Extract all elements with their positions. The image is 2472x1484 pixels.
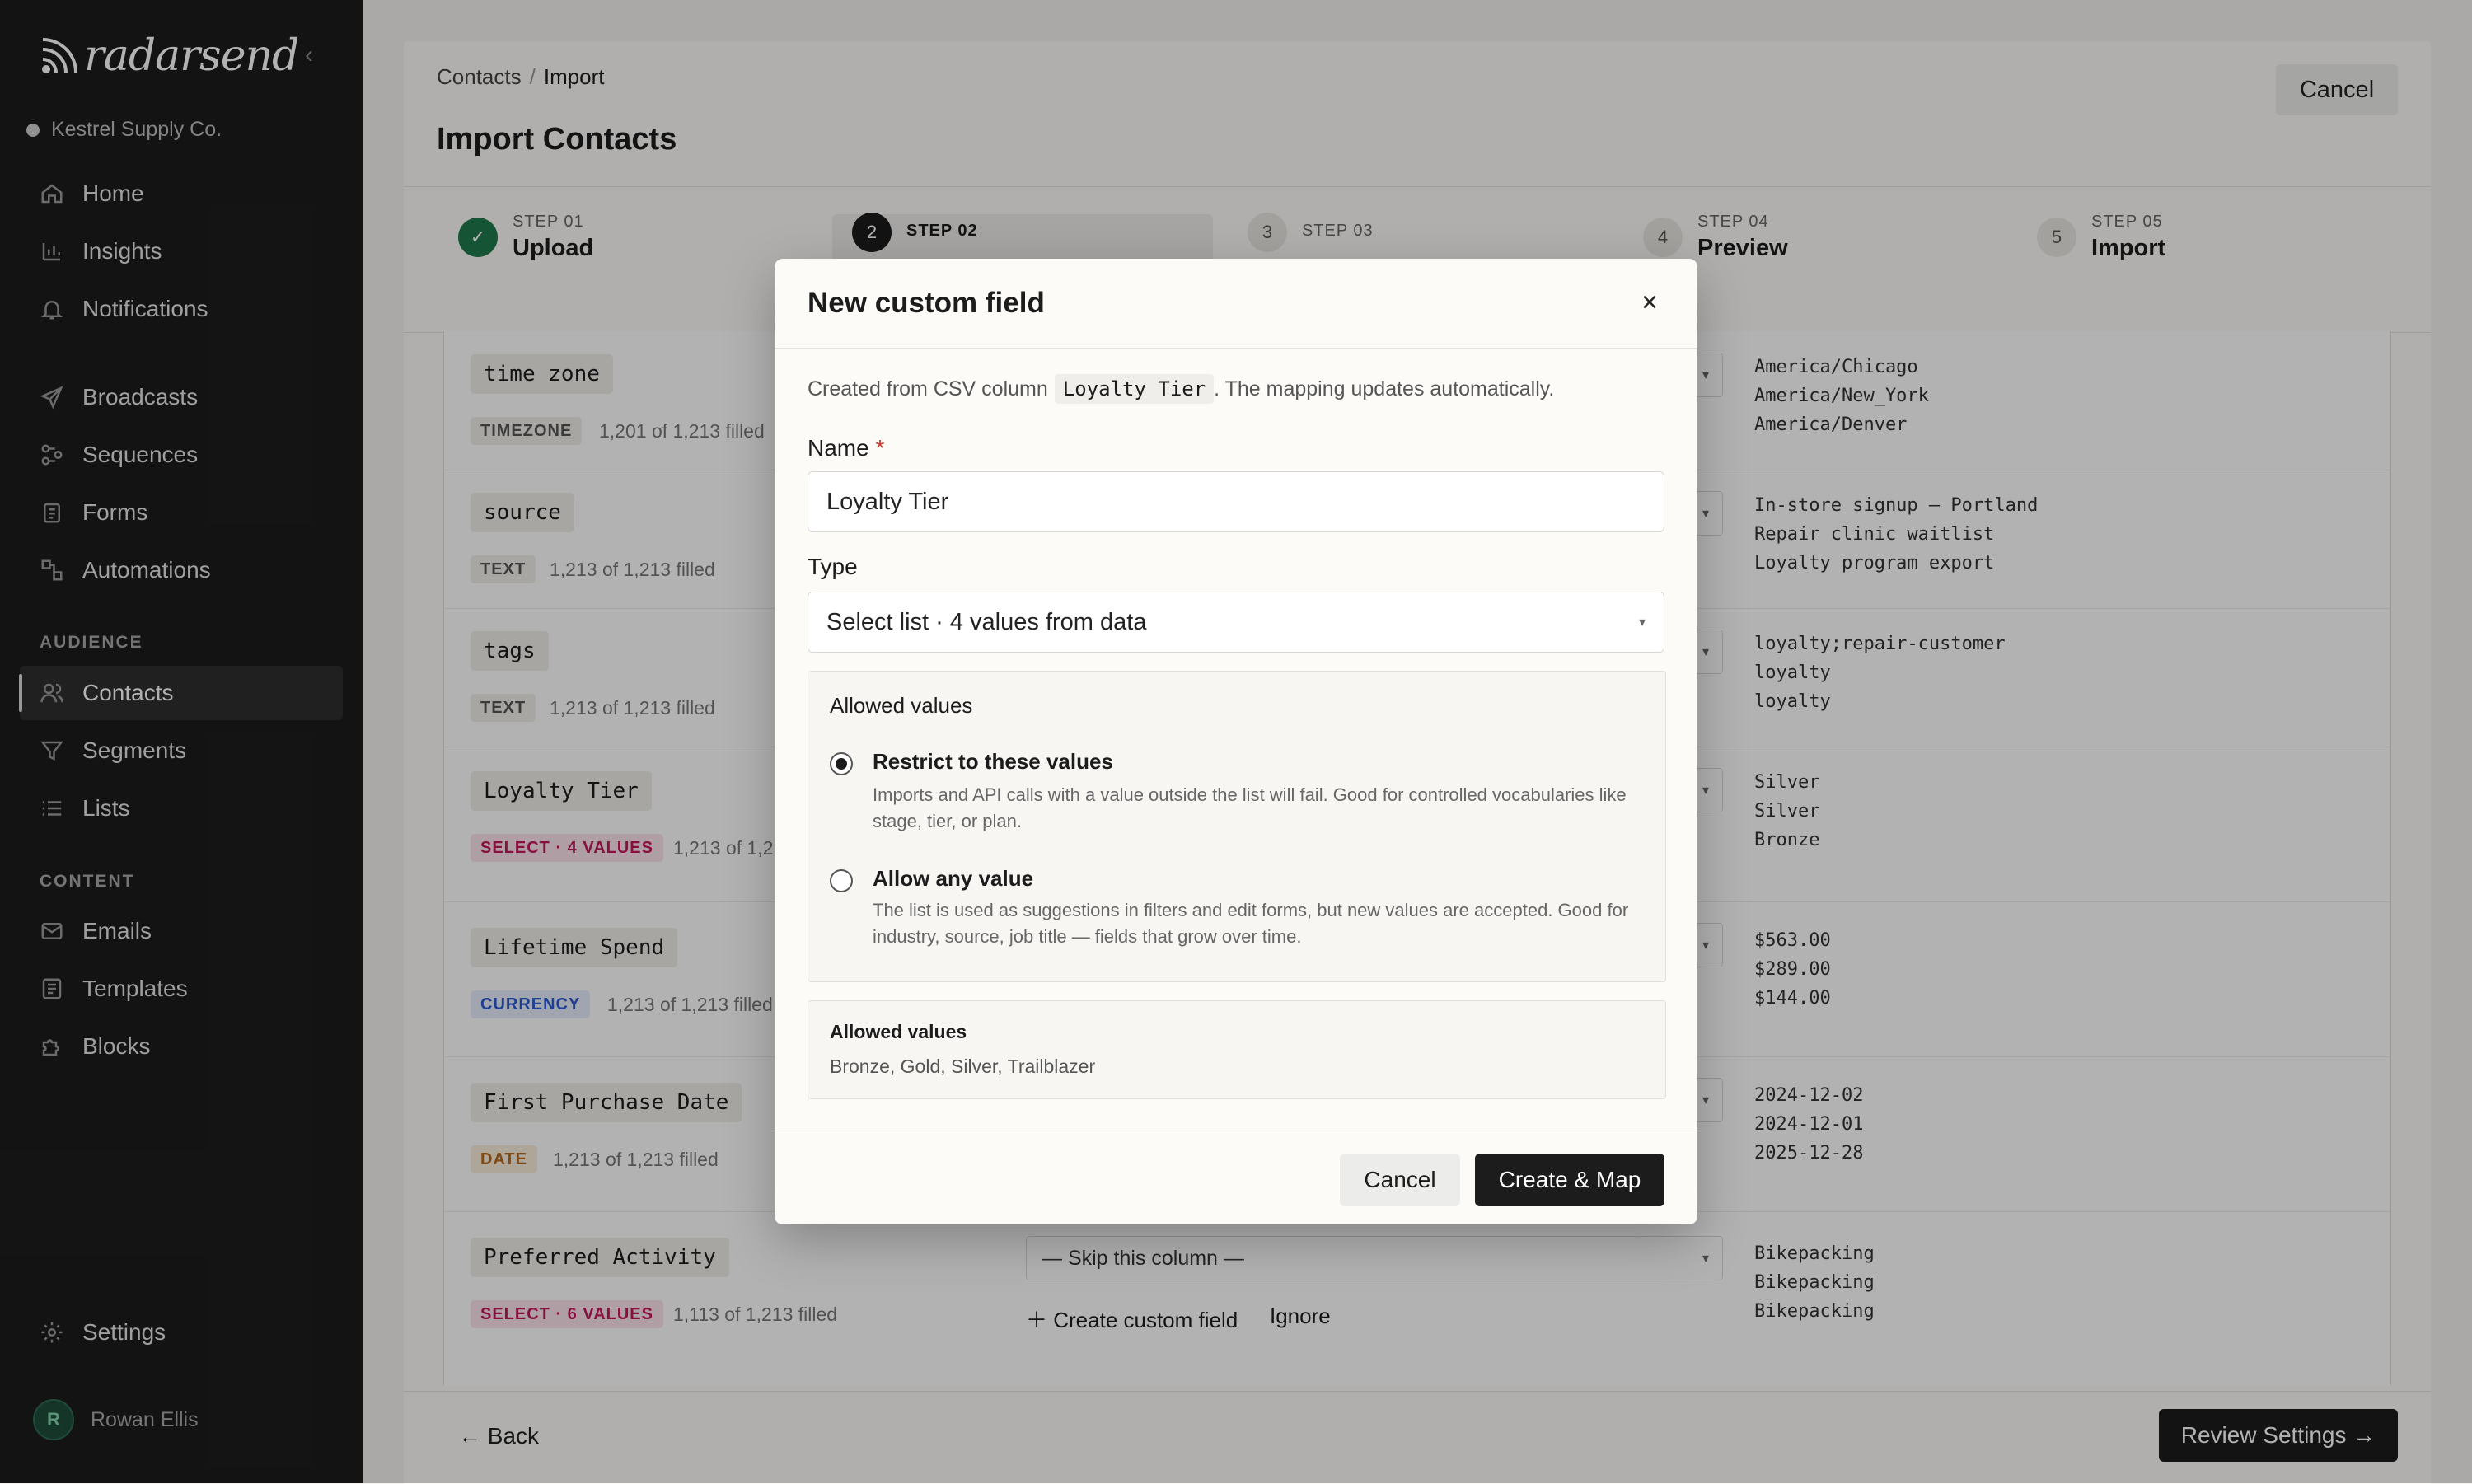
type-select[interactable]: Select list · 4 values from data ▾ bbox=[808, 592, 1664, 653]
restrict-values-radio[interactable] bbox=[830, 752, 853, 775]
close-icon[interactable]: × bbox=[1641, 287, 1658, 319]
cancel-button[interactable]: Cancel bbox=[1340, 1154, 1460, 1206]
panel-title: Allowed values bbox=[830, 693, 973, 718]
new-custom-field-dialog: New custom field × Created from CSV colu… bbox=[775, 259, 1697, 1224]
chevron-down-icon: ▾ bbox=[1638, 616, 1646, 630]
option-description: The list is used as suggestions in filte… bbox=[873, 900, 1629, 947]
name-input[interactable]: Loyalty Tier bbox=[808, 471, 1664, 532]
option-description: Imports and API calls with a value outsi… bbox=[873, 784, 1627, 831]
dialog-title: New custom field bbox=[808, 287, 1045, 319]
option-title[interactable]: Restrict to these values bbox=[873, 749, 1113, 775]
values-text: Bronze, Gold, Silver, Trailblazer bbox=[830, 1056, 1096, 1077]
dialog-description: Created from CSV column Loyalty Tier . T… bbox=[808, 374, 1554, 404]
type-label: Type bbox=[808, 554, 858, 579]
divider bbox=[775, 348, 1697, 349]
option-title[interactable]: Allow any value bbox=[873, 866, 1033, 892]
allowed-values-list: Allowed values Bronze, Gold, Silver, Tra… bbox=[808, 1000, 1666, 1099]
name-label: Name * bbox=[808, 435, 885, 461]
create-and-map-button[interactable]: Create & Map bbox=[1475, 1154, 1664, 1206]
allowed-values-options: Allowed values Restrict to these values … bbox=[808, 671, 1666, 982]
allow-any-value-radio[interactable] bbox=[830, 869, 853, 892]
csv-column-code: Loyalty Tier bbox=[1054, 374, 1215, 404]
values-title: Allowed values bbox=[830, 1021, 967, 1042]
